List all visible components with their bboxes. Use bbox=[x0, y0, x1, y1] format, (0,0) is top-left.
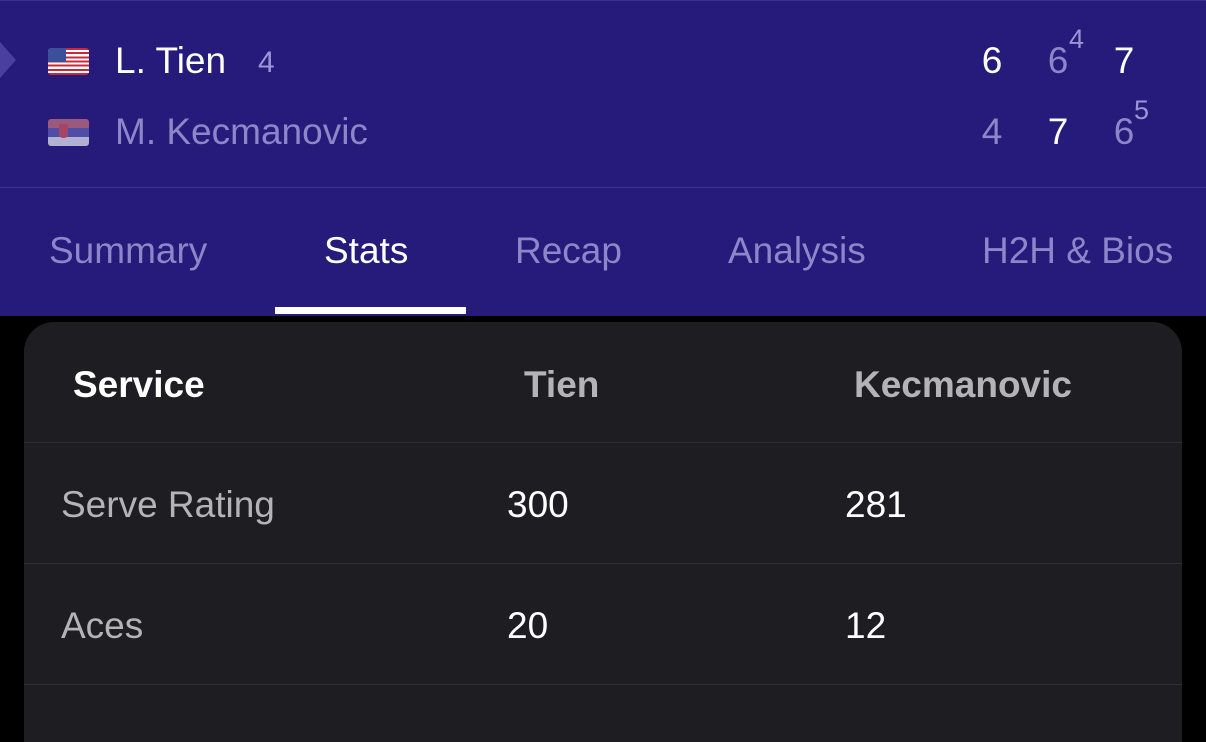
player-name[interactable]: M. Kecmanovic bbox=[115, 111, 368, 153]
set-score: 4 bbox=[981, 111, 1003, 152]
player2-column-header: Kecmanovic bbox=[854, 364, 1072, 405]
header-divider bbox=[0, 187, 1206, 188]
player-row-2: M. Kecmanovic 4 7 6 5 bbox=[0, 95, 1206, 161]
tab-stats[interactable]: Stats bbox=[324, 230, 408, 272]
stat-label: Serve Rating bbox=[61, 484, 275, 525]
set-score: 7 bbox=[1047, 111, 1069, 152]
set-score: 6 bbox=[981, 40, 1003, 81]
stat-value-player2: 12 bbox=[845, 605, 887, 646]
player-row-1: L. Tien 4 6 6 4 7 bbox=[0, 24, 1206, 90]
tab-h2h-bios[interactable]: H2H & Bios bbox=[982, 230, 1173, 272]
player1-column-header: Tien bbox=[524, 364, 600, 405]
section-title: Service bbox=[73, 364, 205, 405]
active-tab-indicator bbox=[275, 307, 466, 314]
stat-value-player1: 20 bbox=[507, 605, 549, 646]
tab-recap[interactable]: Recap bbox=[515, 230, 622, 272]
stat-value-player1: 300 bbox=[507, 484, 569, 525]
usa-flag-icon bbox=[48, 48, 89, 75]
header-top-border bbox=[0, 0, 1206, 1]
serbia-flag-icon bbox=[48, 119, 89, 146]
stats-card: Service Tien Kecmanovic Serve Rating 300… bbox=[24, 322, 1182, 742]
tab-analysis[interactable]: Analysis bbox=[728, 230, 866, 272]
tab-summary[interactable]: Summary bbox=[49, 230, 207, 272]
row-divider bbox=[24, 563, 1182, 564]
tiebreak-score: 4 bbox=[1069, 24, 1085, 54]
player-seed: 4 bbox=[258, 46, 275, 79]
player-name[interactable]: L. Tien bbox=[115, 40, 226, 82]
set-score: 7 bbox=[1113, 40, 1135, 81]
row-divider bbox=[24, 442, 1182, 443]
tiebreak-score: 5 bbox=[1134, 95, 1150, 125]
match-header: L. Tien 4 6 6 4 7 M. Kecmanovic 4 7 6 5 … bbox=[0, 0, 1206, 316]
stat-value-player2: 281 bbox=[845, 484, 907, 525]
stat-label: Aces bbox=[61, 605, 144, 646]
row-divider bbox=[24, 684, 1182, 685]
